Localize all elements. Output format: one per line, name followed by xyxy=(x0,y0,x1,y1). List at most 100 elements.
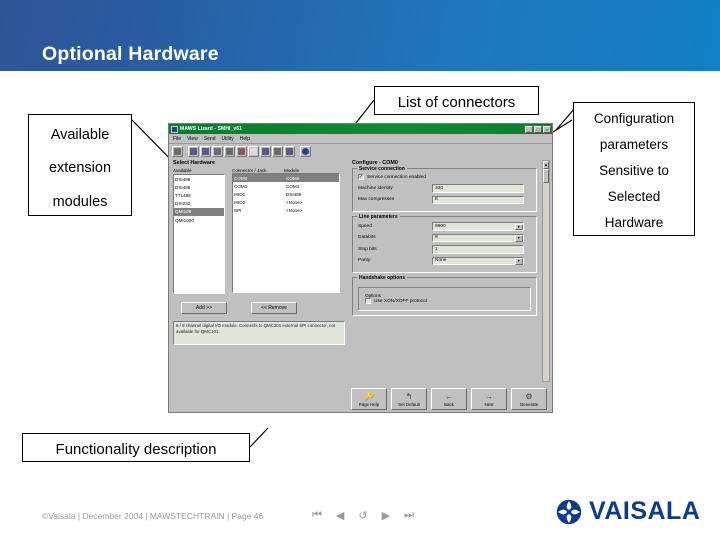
list-action-buttons: Add >> << Remove xyxy=(173,302,346,314)
minimize-button[interactable]: _ xyxy=(525,125,533,133)
list-item[interactable]: TTL485 xyxy=(174,191,224,199)
connector-module-cell: <None> xyxy=(286,200,303,206)
connector-jack-cell: COM0 xyxy=(234,175,248,181)
service-connection-group: Service connection ✓ Service connection … xyxy=(352,165,537,212)
machine-identity-row: Machine identity 330 xyxy=(358,184,531,193)
table-row-selected[interactable]: COM0 COM0 xyxy=(233,174,339,183)
refresh-icon[interactable] xyxy=(200,145,211,157)
configure-pane: Configure - COM0 ▲ Service connection ✓ … xyxy=(349,157,552,412)
parity-select[interactable]: None ▼ xyxy=(432,256,524,265)
connector-module-cell: DSI486 xyxy=(286,191,302,197)
gears-icon: ⚙ xyxy=(525,391,533,401)
back-label: Back xyxy=(444,401,454,407)
chevron-down-icon[interactable]: ▼ xyxy=(515,223,523,230)
callout-config-line-3: Sensitive to xyxy=(599,162,669,178)
key-icon: 🔑 xyxy=(364,391,374,401)
right-arrow-icon: → xyxy=(485,391,493,401)
xonxoff-label: Use XON/XOFF protocol xyxy=(374,298,427,304)
blank-icon[interactable] xyxy=(248,145,259,157)
generate-button[interactable]: ⚙ Generate xyxy=(511,388,547,410)
xonxoff-checkbox[interactable] xyxy=(365,298,371,304)
connect-icon[interactable] xyxy=(188,145,199,157)
nav-first-icon[interactable]: ⏮ xyxy=(312,509,322,522)
scroll-up-icon[interactable]: ▲ xyxy=(543,161,549,169)
list-item[interactable]: DSI485 xyxy=(174,183,224,191)
nav-next-icon[interactable]: ▶ xyxy=(382,509,390,522)
max-compresses-row: Max compresses 8 xyxy=(358,195,531,204)
connector-module-cell: <None> xyxy=(286,208,303,214)
scrollbar-thumb[interactable] xyxy=(543,169,549,183)
network-icon[interactable] xyxy=(236,145,247,157)
available-modules-list[interactable]: DSI486 DSI485 TTL485 DSI232 QMI108 QMI10… xyxy=(173,174,225,294)
module-header: Module xyxy=(284,168,300,173)
connector-jack-header: Connector / Jack xyxy=(232,168,267,173)
select-hardware-pane: Select Hardware Available DSI486 DSI485 … xyxy=(169,157,349,412)
next-button[interactable]: → Next xyxy=(471,388,507,410)
list-icon[interactable] xyxy=(224,145,235,157)
machine-identity-input[interactable]: 330 xyxy=(432,184,524,193)
menu-help[interactable]: Help xyxy=(240,136,250,142)
parity-row: Parity None ▼ xyxy=(358,256,531,265)
generate-label: Generate xyxy=(519,401,539,407)
speed-select[interactable]: 9600 ▼ xyxy=(432,222,524,231)
callout-configuration-parameters: Configuration parameters Sensitive to Se… xyxy=(573,102,695,236)
databits-value: 8 xyxy=(435,235,438,241)
list-item[interactable]: QMI1000 xyxy=(174,216,224,224)
set-default-button[interactable]: ↰ Set Default xyxy=(391,388,427,410)
config-scrollbar[interactable]: ▲ xyxy=(542,160,550,382)
service-connection-label: Service connection xyxy=(357,165,407,172)
connector-column: Connector / Jack Module COM0 COM0 COM1 C… xyxy=(232,168,340,294)
menu-utility[interactable]: Utility xyxy=(222,136,234,142)
menu-send[interactable]: Send xyxy=(204,136,216,142)
warning-icon[interactable] xyxy=(272,145,283,157)
window-body: Select Hardware Available DSI486 DSI485 … xyxy=(169,157,552,412)
service-connection-checkbox[interactable]: ✓ xyxy=(358,174,364,180)
list-item-selected[interactable]: QMI108 xyxy=(174,207,224,216)
service-connection-enabled-row[interactable]: ✓ Service connection enabled xyxy=(358,174,531,180)
connector-list[interactable]: COM0 COM0 COM1 COM1 MIO1 DSI486 MIO2 <No… xyxy=(232,173,340,293)
edit-icon[interactable] xyxy=(260,145,271,157)
callout-connectors-label: List of connectors xyxy=(397,94,516,111)
table-row[interactable]: MIO2 <None> xyxy=(233,199,339,207)
chevron-down-icon[interactable]: ▼ xyxy=(515,235,523,242)
nav-previous-icon[interactable]: ◀ xyxy=(336,509,344,522)
connector-jack-cell: MIO2 xyxy=(234,200,246,206)
list-item[interactable]: DSI232 xyxy=(174,200,224,208)
callout-modules-line-1: Available xyxy=(50,127,110,143)
service-connection-enabled-label: Service connection enabled xyxy=(367,174,426,180)
open-icon[interactable] xyxy=(172,145,183,157)
table-row[interactable]: SPI <None> xyxy=(233,207,339,215)
max-compresses-input[interactable]: 8 xyxy=(432,195,524,204)
menu-file[interactable]: File xyxy=(173,136,181,142)
xonxoff-row[interactable]: Use XON/XOFF protocol xyxy=(365,298,526,304)
add-button[interactable]: Add >> xyxy=(181,302,227,314)
databits-select[interactable]: 8 ▼ xyxy=(432,233,524,242)
stopbits-input[interactable]: 1 xyxy=(432,245,524,254)
vaisala-logo: VAISALA xyxy=(556,497,700,526)
page-help-button[interactable]: 🔑 Page Help xyxy=(351,388,387,410)
callout-config-line-4: Selected xyxy=(607,188,661,204)
connector-module-cell: COM0 xyxy=(286,175,300,181)
list-item[interactable]: DSI486 xyxy=(174,175,224,183)
table-row[interactable]: COM1 COM1 xyxy=(233,182,339,190)
nav-last-icon[interactable]: ⏭ xyxy=(404,509,414,522)
callout-modules-line-3: modules xyxy=(52,193,108,210)
callout-functionality-description: Functionality description xyxy=(22,433,250,462)
close-button[interactable]: × xyxy=(543,125,551,133)
callout-list-of-connectors: List of connectors xyxy=(374,86,539,115)
wizard-buttons: 🔑 Page Help ↰ Set Default ← Back → Next xyxy=(351,388,550,410)
ruler-icon[interactable] xyxy=(212,145,223,157)
grid-icon[interactable] xyxy=(284,145,295,157)
max-compresses-label: Max compresses xyxy=(358,197,395,203)
maximize-button[interactable]: □ xyxy=(534,125,542,133)
back-button[interactable]: ← Back xyxy=(431,388,467,410)
menu-view[interactable]: View xyxy=(187,136,198,142)
menu-bar: File View Send Utility Help xyxy=(169,134,552,144)
remove-button[interactable]: << Remove xyxy=(251,302,297,314)
callout-modules-line-2: extension xyxy=(48,160,112,177)
table-row[interactable]: MIO1 DSI486 xyxy=(233,190,339,198)
module-description-note: 8 / 8 channel digital I/O module. Connec… xyxy=(173,321,345,345)
chevron-down-icon[interactable]: ▼ xyxy=(515,258,523,265)
info-icon[interactable] xyxy=(300,145,311,157)
nav-refresh-icon[interactable]: ↺ xyxy=(358,509,367,522)
